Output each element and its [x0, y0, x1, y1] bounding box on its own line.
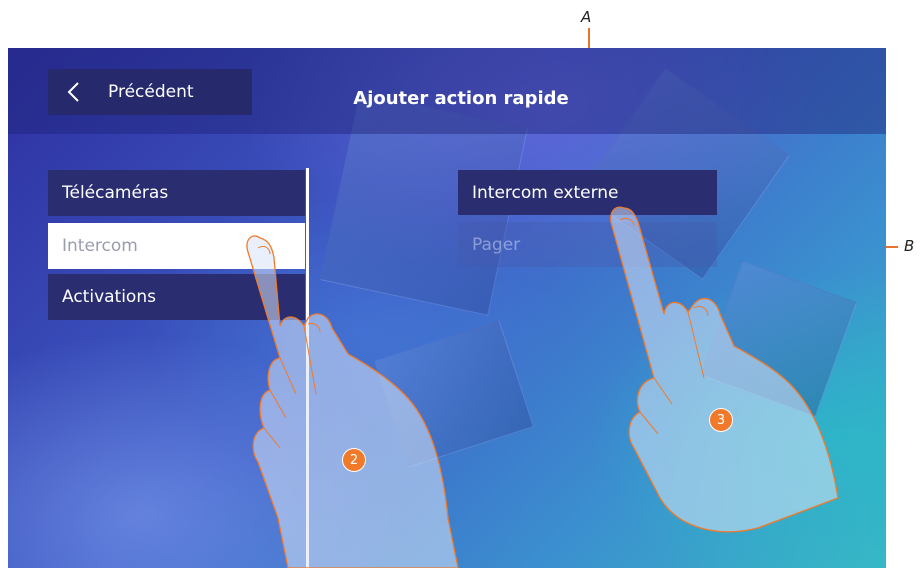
step-badge-2: 2	[342, 448, 366, 472]
column-divider	[306, 168, 309, 568]
menu-item-label: Intercom	[62, 236, 138, 256]
callout-label-a: A	[581, 8, 592, 26]
device-screen: Précédent Ajouter action rapide Télécamé…	[8, 48, 886, 568]
callout-label-b: B	[904, 237, 915, 255]
option-label: Intercom externe	[472, 182, 619, 203]
page-title: Ajouter action rapide	[353, 88, 569, 109]
menu-item-telecameras[interactable]: Télécaméras	[48, 170, 305, 216]
option-intercom-externe[interactable]: Intercom externe	[458, 170, 717, 215]
menu-item-activations[interactable]: Activations	[48, 274, 305, 320]
option-label: Pager	[472, 234, 521, 255]
step-badge-3: 3	[709, 408, 733, 432]
option-pager[interactable]: Pager	[458, 222, 717, 267]
menu-item-label: Activations	[62, 287, 156, 307]
background-cube	[373, 320, 535, 468]
menu-item-intercom[interactable]: Intercom	[48, 223, 305, 269]
menu-item-label: Télécaméras	[62, 183, 169, 203]
background-cube	[700, 260, 858, 418]
